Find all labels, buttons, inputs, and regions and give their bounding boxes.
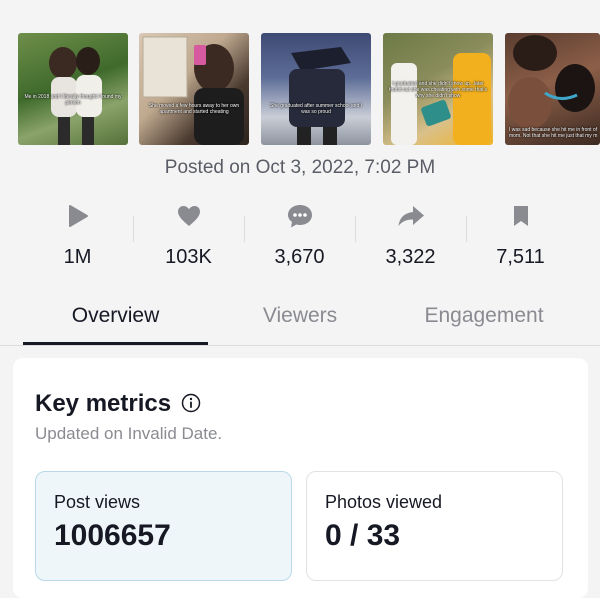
metric-post-views[interactable]: Post views 1006657 <box>35 471 292 581</box>
stat-value: 1M <box>63 246 92 268</box>
posted-date: Posted on Oct 3, 2022, 7:02 PM <box>164 157 436 178</box>
metric-photos-viewed[interactable]: Photos viewed 0 / 33 <box>306 471 563 581</box>
photo-thumbnail-2[interactable]: She moved a few hours away to her own ap… <box>139 33 249 145</box>
stat-views: 1M <box>22 198 133 278</box>
metric-label: Photos viewed <box>325 492 443 512</box>
stat-value: 103K <box>165 246 212 268</box>
stat-value: 3,322 <box>385 246 436 268</box>
photo-caption: I was sad because she hit me in front of… <box>509 127 598 139</box>
photo-1-figures <box>49 47 102 145</box>
metric-value: 1006657 <box>54 519 171 552</box>
tab-engagement[interactable]: Engagement <box>398 304 570 328</box>
tab-divider <box>0 345 600 346</box>
key-metrics-title: Key metrics <box>35 390 172 417</box>
bookmark-icon <box>465 202 576 230</box>
photo-caption: I graduated and she didn't show up...lat… <box>389 81 487 99</box>
photo-thumbnail-1[interactable]: Me in 2018 and I literally thought I fou… <box>18 33 128 145</box>
photo-caption: She graduated after summer school and I … <box>270 103 362 115</box>
updated-text: Updated on Invalid Date. <box>35 424 223 443</box>
play-icon <box>22 202 133 230</box>
heart-icon <box>133 202 244 230</box>
share-icon <box>355 202 466 230</box>
photo-thumbnail-3[interactable]: She graduated after summer school and I … <box>261 33 371 145</box>
analytics-tabs: Overview Viewers Engagement <box>0 292 600 346</box>
stat-value: 7,511 <box>496 246 545 268</box>
photo-thumbnail-5[interactable]: I was sad because she hit me in front of… <box>505 33 600 145</box>
key-metrics-card: Key metrics Updated on Invalid Date. Pos… <box>13 358 588 598</box>
tab-viewers[interactable]: Viewers <box>222 304 378 328</box>
photo-thumbnail-4[interactable]: I graduated and she didn't show up...lat… <box>383 33 493 145</box>
active-tab-indicator <box>23 342 208 345</box>
photo-3-figure <box>289 47 351 145</box>
stat-comments: 3,670 <box>244 198 355 278</box>
photo-caption: Me in 2018 and I literally thought I fou… <box>24 94 122 106</box>
metric-value: 0 / 33 <box>325 519 401 552</box>
stat-likes: 103K <box>133 198 244 278</box>
stat-shares: 3,322 <box>355 198 466 278</box>
info-icon[interactable] <box>181 393 201 413</box>
stat-saves: 7,511 <box>465 198 576 278</box>
photo-2-figure <box>142 36 244 145</box>
tab-overview[interactable]: Overview <box>23 304 208 328</box>
photo-thumbnail-strip: Me in 2018 and I literally thought I fou… <box>0 33 600 145</box>
comment-icon <box>244 202 355 230</box>
metric-label: Post views <box>54 492 141 512</box>
photo-caption: She moved a few hours away to her own ap… <box>148 103 240 115</box>
stat-value: 3,670 <box>274 246 325 268</box>
engagement-stats: 1M 103K 3,670 3,322 7,511 <box>22 198 576 278</box>
